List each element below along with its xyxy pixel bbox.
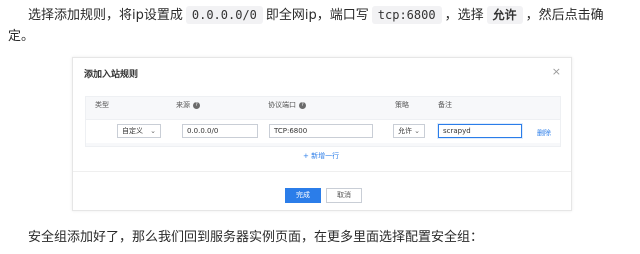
type-value: 自定义 [122, 127, 143, 135]
column-header-type: 类型 [95, 100, 109, 110]
source-input[interactable]: 0.0.0.0/0 [182, 124, 258, 138]
cancel-button[interactable]: 取消 [326, 188, 362, 203]
ip-code: 0.0.0.0/0 [185, 6, 263, 24]
policy-code: 允许 [486, 6, 523, 24]
column-header-policy: 策略 [395, 100, 409, 110]
article-text: 选择添加规则，将ip设置成 [28, 8, 183, 23]
add-row-link[interactable]: + 新增一行 [303, 151, 339, 161]
article-text: ，然后点击确 [525, 8, 604, 23]
article-text: ，选择 [444, 8, 484, 23]
column-label: 类型 [95, 101, 109, 109]
article-paragraph-2: 安全组添加好了，那么我们回到服务器实例页面，在更多里面选择配置安全组： [28, 230, 484, 245]
column-header-source: 来源? [176, 100, 200, 110]
add-inbound-rule-dialog: 添加入站规则 × 类型 来源? 协议端口? 策略 备注 自定义 ⌄ 0.0.0.0… [72, 57, 572, 211]
protocol-port-input[interactable]: TCP:6800 [269, 124, 373, 138]
article-paragraph-1: 选择添加规则，将ip设置成 0.0.0.0/0 即全网ip，端口写 tcp:6800，… [28, 5, 604, 25]
policy-select[interactable]: 允许 ⌄ [393, 124, 425, 138]
column-label: 协议端口 [268, 101, 296, 109]
article-paragraph-1-end: 定。 [8, 29, 35, 44]
type-select[interactable]: 自定义 ⌄ [117, 124, 161, 138]
footer-divider [73, 171, 571, 172]
dialog-title: 添加入站规则 [84, 70, 139, 80]
help-icon[interactable]: ? [193, 101, 200, 109]
delete-row-link[interactable]: 删除 [537, 128, 551, 138]
column-label: 来源 [176, 101, 190, 109]
column-label: 备注 [438, 101, 452, 109]
help-icon[interactable]: ? [299, 101, 306, 109]
remark-input[interactable]: scrapyd [438, 124, 522, 138]
port-code: tcp:6800 [371, 6, 442, 24]
article-text: 即全网ip，端口写 [265, 8, 369, 23]
policy-value: 允许 [398, 127, 412, 135]
chevron-down-icon: ⌄ [414, 127, 420, 135]
column-header-remark: 备注 [438, 100, 452, 110]
column-header-protocol-port: 协议端口? [268, 100, 306, 110]
chevron-down-icon: ⌄ [150, 127, 156, 135]
confirm-button[interactable]: 完成 [285, 188, 321, 203]
rule-table: 类型 来源? 协议端口? 策略 备注 自定义 ⌄ 0.0.0.0/0 TCP:68… [85, 96, 561, 147]
column-label: 策略 [395, 101, 409, 109]
close-icon[interactable]: × [552, 65, 561, 78]
rule-row: 自定义 ⌄ 0.0.0.0/0 TCP:6800 允许 ⌄ scrapyd 删除 [86, 119, 560, 143]
